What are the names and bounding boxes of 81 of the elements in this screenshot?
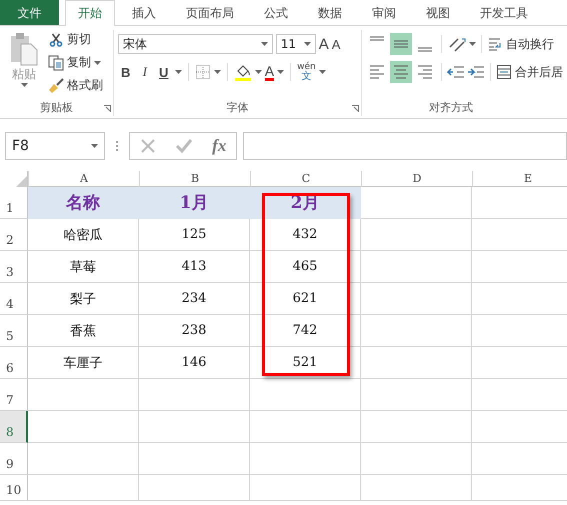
- caret-icon[interactable]: [91, 144, 98, 148]
- formula-input[interactable]: [243, 132, 567, 160]
- table-cell: 432: [250, 219, 361, 251]
- table-cell: 742: [250, 315, 361, 347]
- caret-icon[interactable]: [318, 70, 326, 74]
- dialog-launcher-icon[interactable]: [352, 105, 359, 112]
- caret-icon[interactable]: [304, 42, 311, 46]
- table-cell: 125: [139, 219, 250, 251]
- row-header[interactable]: 2: [0, 219, 28, 251]
- caret-icon[interactable]: [260, 42, 268, 46]
- horizontal-align-button[interactable]: [390, 61, 412, 83]
- caret-icon[interactable]: [214, 70, 221, 74]
- align-icon: [418, 47, 432, 52]
- table-cell: 146: [139, 347, 250, 379]
- column-header[interactable]: D: [361, 171, 472, 187]
- underline-button[interactable]: U: [156, 64, 172, 80]
- font-name-field[interactable]: 宋体: [118, 34, 273, 54]
- table-cell: 413: [139, 251, 250, 283]
- align-icon: [394, 65, 408, 79]
- row-header[interactable]: 9: [0, 443, 28, 475]
- align-icon: [418, 65, 432, 79]
- phonetic-button[interactable]: wén 文: [297, 62, 316, 82]
- name-box[interactable]: F8: [5, 132, 105, 160]
- decrease-indent-icon[interactable]: [447, 64, 465, 80]
- table-cell: 238: [139, 315, 250, 347]
- increase-indent-icon[interactable]: [467, 64, 485, 80]
- italic-button[interactable]: I: [136, 64, 153, 80]
- table-cell: 草莓: [28, 251, 139, 283]
- file-tab[interactable]: 文件: [0, 0, 59, 25]
- font-color-button[interactable]: A: [264, 64, 274, 80]
- font-size-field[interactable]: 11: [276, 34, 316, 54]
- row-header[interactable]: 6: [0, 347, 28, 379]
- caret-icon[interactable]: [174, 70, 182, 74]
- shrink-font-button[interactable]: A: [332, 36, 340, 52]
- dialog-launcher-icon[interactable]: [104, 105, 111, 112]
- table-cell: 车厘子: [28, 347, 139, 379]
- caret-icon[interactable]: [254, 70, 262, 74]
- caret-icon[interactable]: [469, 42, 476, 46]
- row-header[interactable]: 4: [0, 283, 28, 315]
- row-header[interactable]: 3: [0, 251, 28, 283]
- vertical-align-button[interactable]: [390, 33, 412, 55]
- group-label: 剪贴板: [38, 100, 74, 116]
- bold-button[interactable]: B: [118, 64, 134, 80]
- cut-button[interactable]: 剪切: [48, 30, 103, 49]
- caret-icon[interactable]: [20, 83, 28, 87]
- table-cell: 香蕉: [28, 315, 139, 347]
- format-painter-button[interactable]: 格式刷: [48, 76, 103, 95]
- wrap-text-icon: [487, 36, 503, 52]
- merge-icon: [496, 64, 512, 80]
- table-cell: 465: [250, 251, 361, 283]
- align-icon: [370, 65, 384, 79]
- group-label: 对齐方式: [428, 100, 474, 116]
- border-icon[interactable]: [194, 64, 211, 80]
- scissors-icon: [48, 32, 64, 48]
- align-icon: [394, 40, 408, 48]
- insert-function-button[interactable]: fx: [212, 136, 226, 156]
- clipboard-icon: [9, 32, 39, 66]
- grow-font-button[interactable]: A: [318, 36, 329, 52]
- merge-center-button[interactable]: 合并后居: [496, 62, 563, 82]
- table-cell: 梨子: [28, 283, 139, 315]
- table-cell: 哈密瓜: [28, 219, 139, 251]
- brush-icon: [48, 78, 64, 94]
- row-header[interactable]: 5: [0, 315, 28, 347]
- fill-color-icon[interactable]: [234, 63, 252, 81]
- copy-button[interactable]: 复制: [48, 53, 103, 72]
- header-cell: 1月: [139, 187, 250, 219]
- table-cell: 521: [250, 347, 361, 379]
- check-icon[interactable]: [174, 138, 193, 154]
- row-header[interactable]: 10: [0, 475, 28, 501]
- group-label: 字体: [225, 100, 250, 116]
- column-header[interactable]: E: [472, 171, 567, 187]
- copy-icon: [48, 54, 64, 70]
- caret-icon[interactable]: [277, 70, 284, 74]
- align-icon: [370, 36, 384, 41]
- table-cell: 621: [250, 283, 361, 315]
- row-header[interactable]: 8: [0, 411, 28, 443]
- ribbon-tab[interactable]: 开始: [65, 0, 115, 26]
- header-cell: 名称: [28, 187, 139, 219]
- wrap-text-button[interactable]: 自动换行: [487, 34, 554, 54]
- caret-icon[interactable]: [94, 60, 101, 64]
- table-cell: 234: [139, 283, 250, 315]
